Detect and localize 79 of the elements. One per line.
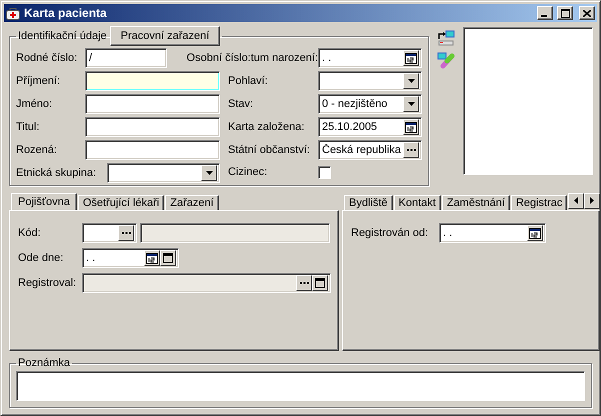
field-text[interactable]: . .: [85, 252, 144, 264]
square-icon: [315, 278, 325, 288]
field-text[interactable]: . .: [442, 227, 527, 239]
tab[interactable]: Registrac: [510, 195, 568, 210]
dropdown-arrow-icon: [408, 79, 414, 83]
field-label: Registroval:: [18, 277, 76, 289]
tab-button[interactable]: Pracovní zařazení: [110, 26, 220, 46]
tab[interactable]: Zařazení: [165, 195, 219, 210]
note-field[interactable]: [16, 371, 585, 401]
field-label: Státní občanství:: [228, 144, 310, 156]
field-text[interactable]: /: [88, 52, 164, 64]
left-arrow-icon: [574, 197, 578, 204]
dropdown-arrow-icon: [408, 102, 414, 106]
field-label: Pohlaví:: [228, 75, 268, 87]
field-label: Osobní číslo:tum narození:: [186, 52, 318, 64]
field-label: Cizinec:: [228, 166, 268, 178]
field-label: Stav:: [228, 98, 254, 110]
input-field[interactable]: . .: [318, 48, 422, 68]
input-field[interactable]: /: [85, 48, 167, 68]
dropdown-button[interactable]: [403, 73, 419, 89]
browse-button[interactable]: [403, 142, 419, 158]
close-icon: [583, 10, 591, 16]
close-button[interactable]: [579, 6, 595, 20]
medical-case-icon: [6, 6, 20, 20]
tab[interactable]: Zaměstnání: [442, 195, 510, 210]
input-field[interactable]: . .: [82, 248, 179, 268]
input-field[interactable]: [318, 71, 422, 91]
dropdown-arrow-icon: [206, 171, 212, 175]
calendar-icon: [405, 122, 417, 132]
minimize-button[interactable]: [537, 6, 553, 20]
window-title: Karta pacienta: [24, 6, 108, 20]
calendar-icon: [529, 228, 541, 238]
field-label: Etnická skupina:: [16, 167, 96, 179]
calendar-button[interactable]: [527, 225, 543, 241]
field-label: Jméno:: [16, 98, 52, 110]
field-label: Titul:: [16, 121, 40, 133]
field-label: Kód:: [18, 227, 41, 239]
field-text[interactable]: 25.10.2005: [321, 121, 403, 133]
scroll-right-button[interactable]: [584, 192, 600, 208]
tab[interactable]: Ošetřující lékaři: [78, 195, 164, 210]
input-field[interactable]: 25.10.2005: [318, 117, 422, 137]
calendar-button[interactable]: [144, 250, 160, 266]
calendar-icon: [405, 52, 417, 64]
field-label: Příjmení:: [16, 75, 60, 87]
field-label: Karta založena:: [228, 121, 304, 133]
input-field[interactable]: [85, 94, 220, 114]
input-field[interactable]: 0 - nezjištěno: [318, 94, 422, 114]
tab[interactable]: Bydliště: [344, 195, 393, 210]
input-field[interactable]: [107, 163, 220, 183]
field-label: Ode dne:: [18, 252, 64, 264]
input-field[interactable]: [85, 71, 220, 91]
arrow-card-icon[interactable]: [437, 30, 455, 46]
maximize-icon: [560, 8, 570, 18]
calendar-button[interactable]: [403, 119, 419, 135]
browse-button[interactable]: [118, 225, 134, 241]
tab[interactable]: Pojišťovna: [11, 193, 77, 210]
field-label: Registrován od:: [351, 227, 428, 239]
input-field[interactable]: [85, 140, 220, 160]
dropdown-button[interactable]: [201, 165, 217, 181]
group-title: Identifikační údaje: [18, 30, 107, 42]
dropdown-button[interactable]: [403, 96, 419, 112]
checkbox[interactable]: [318, 166, 331, 178]
input-field[interactable]: [85, 117, 220, 137]
field-text[interactable]: . .: [321, 52, 403, 64]
tab[interactable]: Kontakt: [394, 195, 441, 210]
field-text[interactable]: 0 - nezjištěno: [321, 98, 403, 110]
right-arrow-icon: [590, 197, 594, 204]
window-button[interactable]: [160, 250, 176, 266]
calendar-button[interactable]: [403, 50, 419, 66]
scroll-left-button[interactable]: [568, 192, 584, 208]
input-field[interactable]: . .: [439, 223, 546, 243]
calendar-icon: [146, 252, 158, 264]
field-label: Rodné číslo:: [16, 52, 78, 64]
input-field[interactable]: [82, 223, 137, 243]
maximize-button[interactable]: [557, 6, 573, 20]
square-icon: [163, 253, 173, 263]
pill-icon[interactable]: [437, 52, 455, 69]
group-title: Poznámka: [18, 357, 70, 369]
field-label: Rozená:: [16, 144, 57, 156]
